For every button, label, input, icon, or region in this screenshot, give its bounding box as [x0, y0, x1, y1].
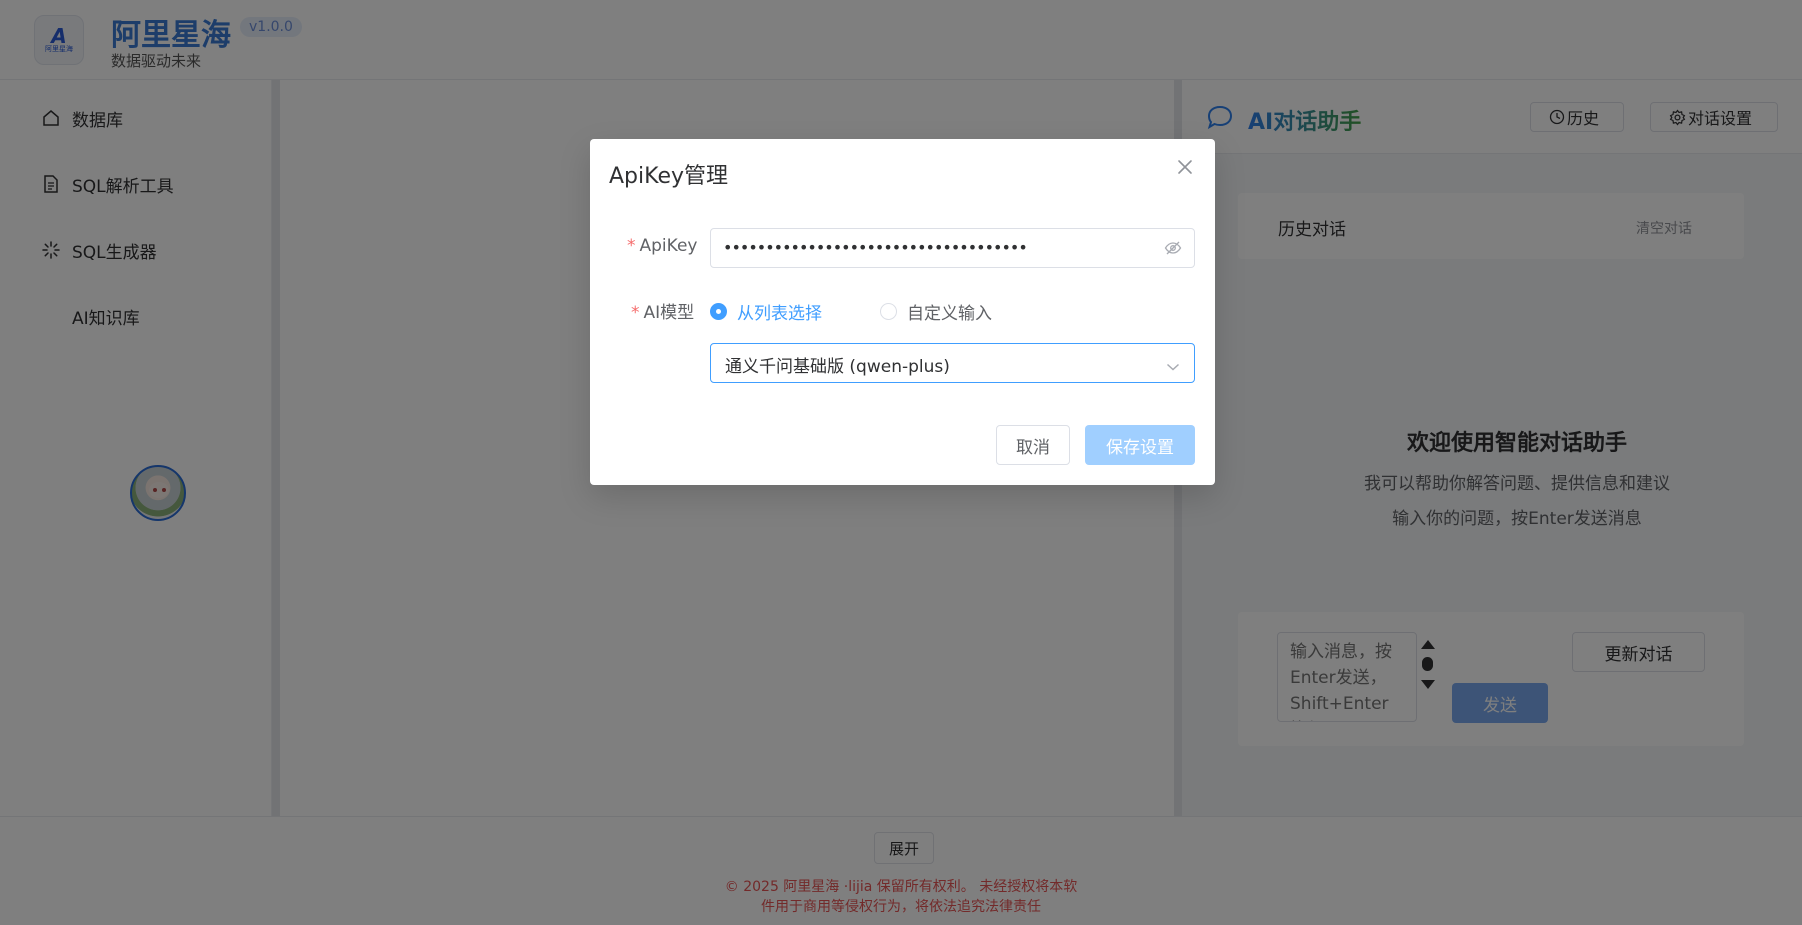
selected-model: 通义千问基础版 (qwen-plus)	[725, 357, 950, 377]
dialog-title: ApiKey管理	[609, 164, 729, 189]
apikey-dialog: ApiKey管理 * ApiKey •••••••••••••••••••••••…	[590, 139, 1215, 485]
radio-checked-icon	[710, 303, 727, 320]
apikey-input[interactable]: ••••••••••••••••••••••••••••••••••••	[710, 228, 1195, 268]
model-label: * AI模型	[631, 298, 694, 323]
eye-hidden-icon[interactable]	[1164, 240, 1182, 260]
close-icon[interactable]	[1175, 157, 1195, 177]
save-settings-button[interactable]: 保存设置	[1085, 425, 1195, 465]
model-select[interactable]: 通义千问基础版 (qwen-plus)	[710, 343, 1195, 383]
apikey-value: ••••••••••••••••••••••••••••••••••••	[723, 238, 1028, 257]
radio-from-list[interactable]: 从列表选择	[710, 299, 822, 324]
radio-unchecked-icon	[880, 303, 897, 320]
required-mark: *	[627, 236, 636, 256]
apikey-label: * ApiKey	[627, 236, 697, 256]
cancel-button[interactable]: 取消	[996, 425, 1070, 465]
radio-label: 从列表选择	[737, 304, 822, 324]
model-label-text: AI模型	[643, 303, 695, 323]
radio-label: 自定义输入	[907, 304, 992, 324]
apikey-label-text: ApiKey	[639, 236, 698, 256]
radio-custom-input[interactable]: 自定义输入	[880, 299, 992, 324]
required-mark: *	[631, 303, 640, 323]
chevron-down-icon	[1166, 357, 1180, 376]
